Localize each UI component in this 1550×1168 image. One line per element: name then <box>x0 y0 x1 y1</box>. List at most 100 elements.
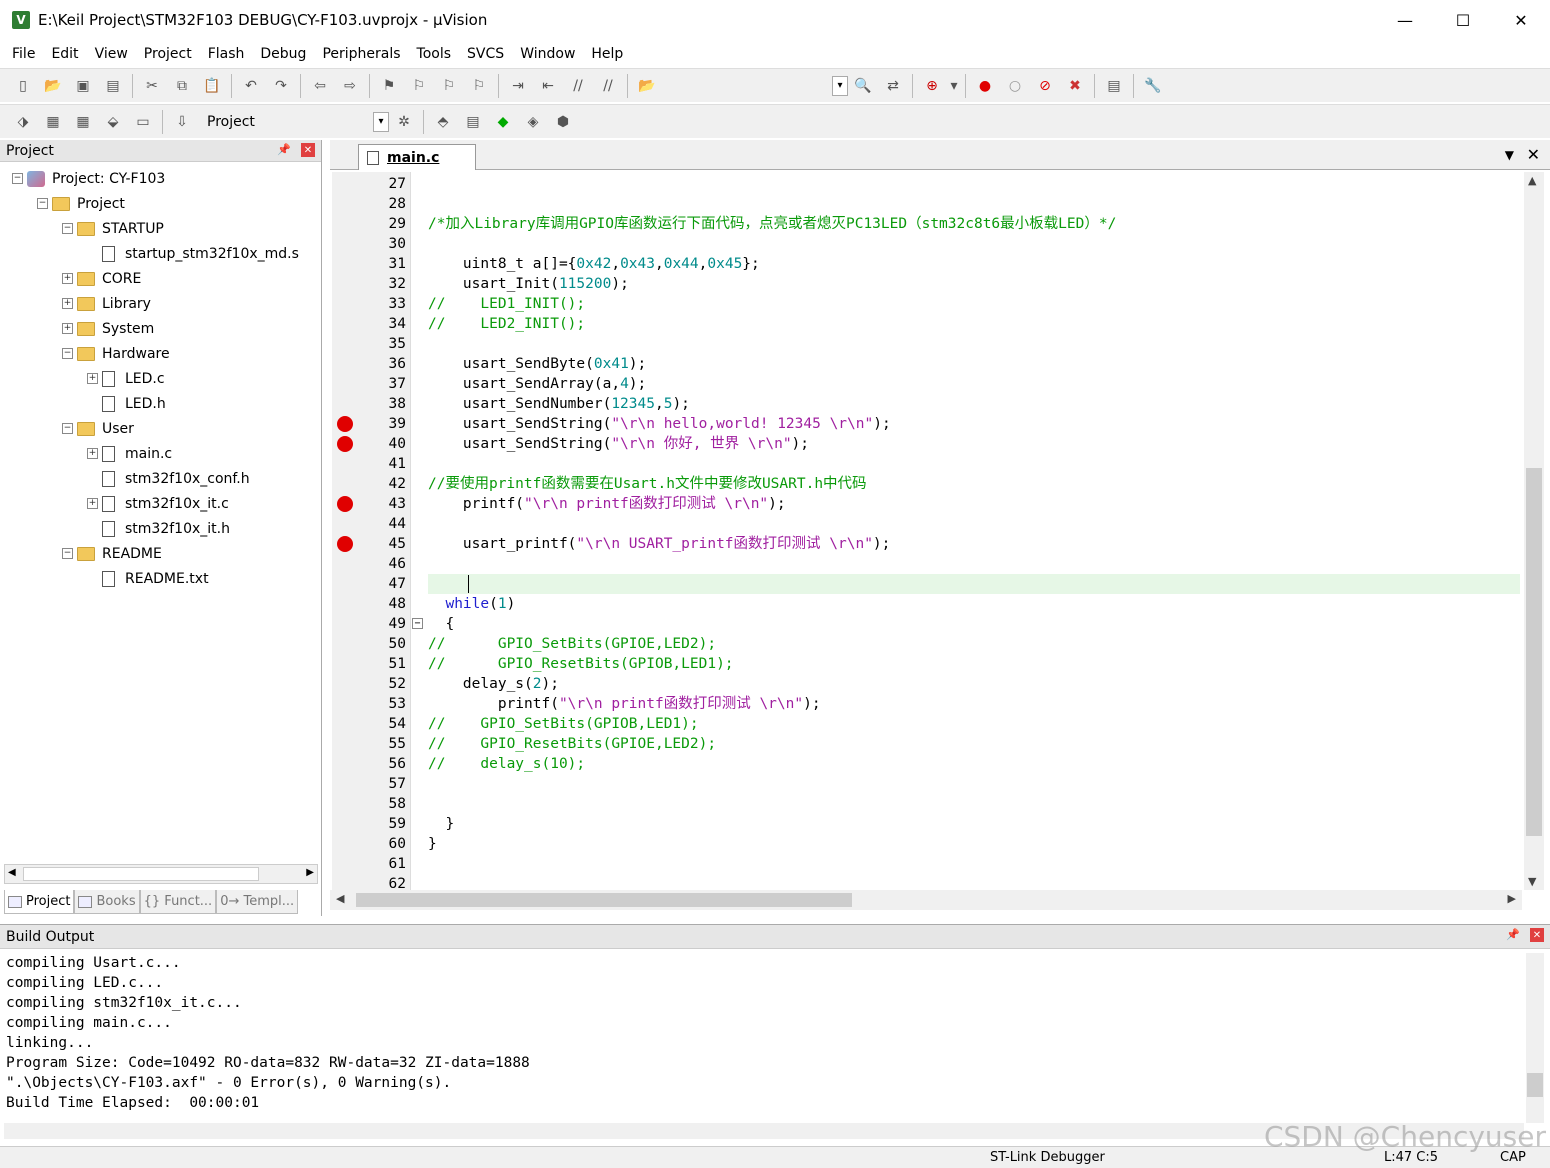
comment-icon[interactable]: // <box>565 73 591 99</box>
code-line[interactable]: 42 //要使用printf函数需要在Usart.h文件中要修改USART.h中代… <box>330 474 1522 494</box>
menu-svcs[interactable]: SVCS <box>459 46 512 62</box>
tab-list-dropdown-icon[interactable]: ▼ <box>1505 148 1514 162</box>
menu-flash[interactable]: Flash <box>200 46 253 62</box>
tree-item[interactable]: startup_stm32f10x_md.s <box>0 241 320 266</box>
collapse-icon[interactable]: − <box>62 348 73 359</box>
tree-item[interactable]: + main.c <box>0 441 320 466</box>
tree-item[interactable]: + CORE <box>0 266 320 291</box>
open-file-icon[interactable]: 📂 <box>40 73 66 99</box>
code-line[interactable]: 47 <box>330 574 1522 594</box>
debug-dropdown-icon[interactable]: ▾ <box>949 73 959 99</box>
menu-debug[interactable]: Debug <box>252 46 314 62</box>
code-line[interactable]: 60} <box>330 834 1522 854</box>
copy-icon[interactable]: ⧉ <box>169 73 195 99</box>
scroll-down-icon[interactable]: ▼ <box>1528 875 1536 888</box>
scroll-thumb[interactable] <box>356 893 852 907</box>
tree-item[interactable]: + LED.c <box>0 366 320 391</box>
pack-installer-icon[interactable]: ◈ <box>520 109 546 135</box>
scroll-up-icon[interactable]: ▲ <box>1528 174 1536 187</box>
new-file-icon[interactable]: ▯ <box>10 73 36 99</box>
scroll-right-icon[interactable]: ▶ <box>306 867 314 878</box>
close-panel-icon[interactable]: ✕ <box>301 143 315 157</box>
build-output-vscroll[interactable] <box>1526 953 1544 1123</box>
tree-item[interactable]: − README <box>0 541 320 566</box>
kill-breakpoints-icon[interactable]: ✖ <box>1062 73 1088 99</box>
next-bookmark-icon[interactable]: ⚐ <box>436 73 462 99</box>
collapse-icon[interactable]: − <box>12 173 23 184</box>
clear-bookmarks-icon[interactable]: ⚐ <box>466 73 492 99</box>
tree-item[interactable]: − Hardware <box>0 341 320 366</box>
scroll-thumb[interactable] <box>1526 468 1542 836</box>
code-line[interactable]: 41 <box>330 454 1522 474</box>
menu-project[interactable]: Project <box>136 46 200 62</box>
find-in-files-icon[interactable]: 📂 <box>634 73 660 99</box>
tab-books[interactable]: Books <box>74 890 140 914</box>
editor-vscroll[interactable]: ▲ ▼ <box>1524 172 1544 890</box>
collapse-icon[interactable]: − <box>62 423 73 434</box>
menu-tools[interactable]: Tools <box>409 46 460 62</box>
code-line[interactable]: 36 usart_SendByte(0x41); <box>330 354 1522 374</box>
code-line[interactable]: 56 // delay_s(10); <box>330 754 1522 774</box>
expand-icon[interactable]: + <box>87 448 98 459</box>
code-line[interactable]: 50 // GPIO_SetBits(GPIOE,LED2); <box>330 634 1522 654</box>
menu-peripherals[interactable]: Peripherals <box>314 46 408 62</box>
breakpoint-icon[interactable] <box>337 496 353 512</box>
expand-icon[interactable]: + <box>87 373 98 384</box>
minimize-button[interactable]: — <box>1376 0 1434 40</box>
code-line[interactable]: 48 while(1) <box>330 594 1522 614</box>
scroll-thumb[interactable] <box>1527 1073 1543 1097</box>
tab-main-c[interactable]: main.c <box>358 144 476 170</box>
code-line[interactable]: 52 delay_s(2); <box>330 674 1522 694</box>
start-debug-icon[interactable]: ⊕ <box>919 73 945 99</box>
build-icon[interactable]: ▦ <box>40 109 66 135</box>
code-line[interactable]: 49− { <box>330 614 1522 634</box>
code-line[interactable]: 55 // GPIO_ResetBits(GPIOE,LED2); <box>330 734 1522 754</box>
close-tab-icon[interactable]: ✕ <box>1527 145 1540 164</box>
code-line[interactable]: 39 usart_SendString("\r\n hello,world! 1… <box>330 414 1522 434</box>
indent-icon[interactable]: ⇥ <box>505 73 531 99</box>
breakpoint-icon[interactable] <box>337 536 353 552</box>
tree-item[interactable]: stm32f10x_it.h <box>0 516 320 541</box>
code-line[interactable]: 57 <box>330 774 1522 794</box>
collapse-icon[interactable]: − <box>62 223 73 234</box>
stop-build-icon[interactable]: ▭ <box>130 109 156 135</box>
code-line[interactable]: 44 <box>330 514 1522 534</box>
pin-icon[interactable]: 📌 <box>1506 928 1520 941</box>
code-line[interactable]: 28 <box>330 194 1522 214</box>
editor-hscroll[interactable]: ◀ ▶ <box>330 890 1522 910</box>
tab-project[interactable]: Project <box>4 890 75 914</box>
scroll-thumb[interactable] <box>23 867 259 881</box>
batch-build-icon[interactable]: ⬙ <box>100 109 126 135</box>
scroll-right-icon[interactable]: ▶ <box>1508 892 1516 905</box>
code-line[interactable]: 53 printf("\r\n printf函数打印测试 \r\n"); <box>330 694 1522 714</box>
tree-item[interactable]: − STARTUP <box>0 216 320 241</box>
code-area[interactable]: 27 28 29 /*加入Library库调用GPIO库函数运行下面代码，点亮或者熄灭… <box>330 172 1522 890</box>
tab-templates[interactable]: 0→ Templ... <box>216 890 299 914</box>
close-button[interactable]: ✕ <box>1492 0 1550 40</box>
rebuild-icon[interactable]: ▦ <box>70 109 96 135</box>
tree-item[interactable]: − Project <box>0 191 320 216</box>
breakpoint-icon[interactable] <box>337 416 353 432</box>
incremental-find-icon[interactable]: ⇄ <box>880 73 906 99</box>
code-line[interactable]: 27 <box>330 174 1522 194</box>
uncomment-icon[interactable]: // <box>595 73 621 99</box>
download-load-icon[interactable]: ⇩ <box>169 109 195 135</box>
code-line[interactable]: 59 } <box>330 814 1522 834</box>
fold-collapse-icon[interactable]: − <box>412 618 423 629</box>
event-recorder-icon[interactable]: ⬢ <box>550 109 576 135</box>
configure-icon[interactable]: 🔧 <box>1140 73 1166 99</box>
code-line[interactable]: 54 // GPIO_SetBits(GPIOB,LED1); <box>330 714 1522 734</box>
manage-project-items-icon[interactable]: ⬘ <box>430 109 456 135</box>
expand-icon[interactable]: + <box>62 298 73 309</box>
save-icon[interactable]: ▣ <box>70 73 96 99</box>
select-packs-icon[interactable]: ▤ <box>460 109 486 135</box>
prev-bookmark-icon[interactable]: ⚐ <box>406 73 432 99</box>
disable-breakpoints-icon[interactable]: ⊘ <box>1032 73 1058 99</box>
tree-item[interactable]: − User <box>0 416 320 441</box>
find-combo-dropdown[interactable]: ▾ <box>832 75 848 96</box>
navigate-back-icon[interactable]: ⇦ <box>307 73 333 99</box>
tree-item[interactable]: − Project: CY-F103 <box>0 166 320 191</box>
menu-help[interactable]: Help <box>583 46 631 62</box>
undo-icon[interactable]: ↶ <box>238 73 264 99</box>
collapse-icon[interactable]: − <box>62 548 73 559</box>
